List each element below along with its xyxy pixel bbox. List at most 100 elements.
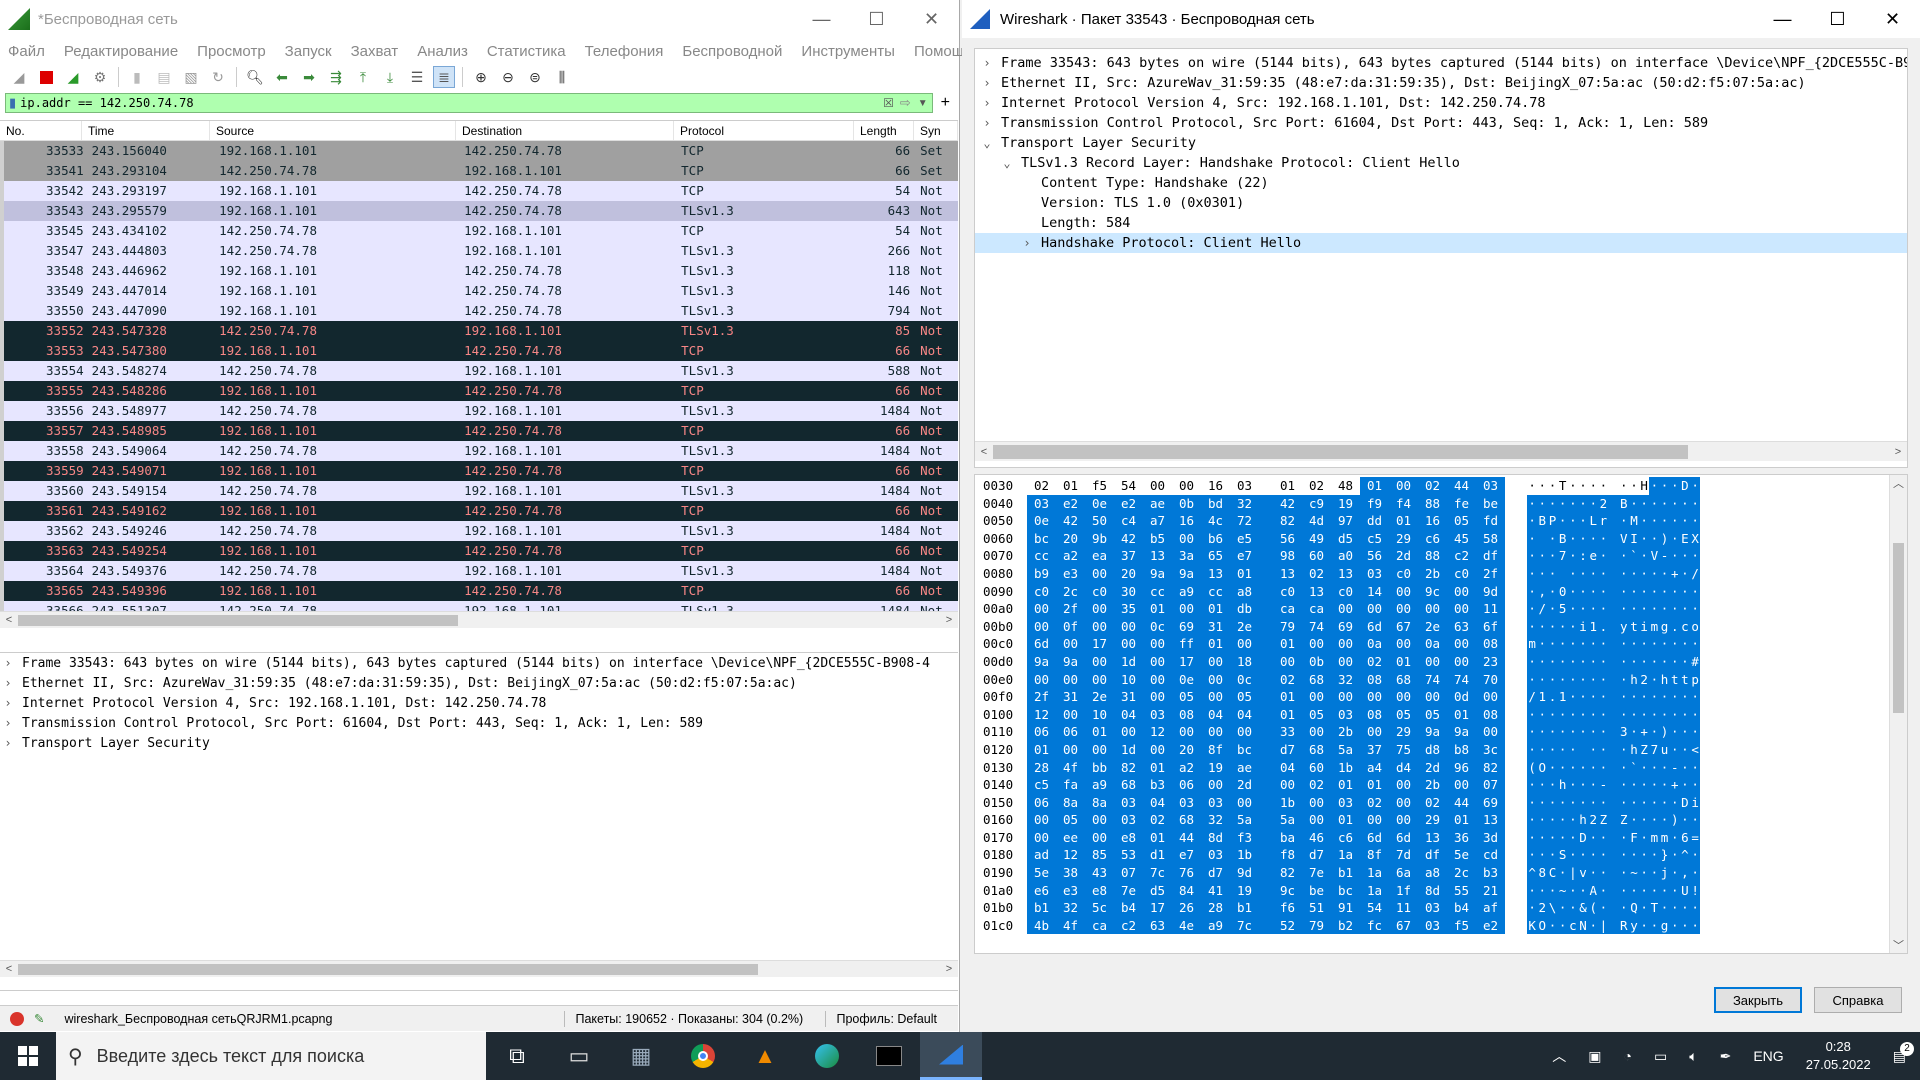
scroll-thumb[interactable] — [18, 963, 758, 975]
table-row[interactable]: 33541 243.293104 142.250.74.78 192.168.1.10… — [4, 161, 958, 181]
filter-history-icon[interactable]: ▼ — [914, 98, 932, 109]
comment-icon[interactable]: ✎ — [34, 1011, 44, 1026]
chevron-right-icon[interactable]: › — [0, 736, 16, 750]
chevron-right-icon[interactable]: › — [0, 656, 16, 670]
reload-icon[interactable]: ↻ — [207, 66, 229, 88]
hex-row[interactable]: 01c0 4b 4f ca c2 63 4e a9 7c 52 79 b2 fc 67 03 f5 e2 K O · ·… — [975, 916, 1907, 935]
hex-row[interactable]: 0120 01 00 00 1d 00 20 8f bc d7 68 5a 37 75 d8 b8 3c · · · ·… — [975, 740, 1907, 759]
scroll-left-icon[interactable]: < — [0, 614, 18, 626]
table-row[interactable]: 33545 243.434102 142.250.74.78 192.168.1.10… — [4, 221, 958, 241]
hex-row[interactable]: 00d0 9a 9a 00 1d 00 17 00 18 00 0b 00 02 01 00 00 23 · · · ·… — [975, 652, 1907, 671]
capture-status-icon[interactable] — [10, 1011, 24, 1026]
zoom-out-icon[interactable]: ⊖ — [497, 66, 519, 88]
tree-hscrollbar[interactable]: < > — [975, 441, 1907, 461]
table-row[interactable]: 33550 243.447090 192.168.1.101 142.250.74.7… — [4, 301, 958, 321]
detail-line[interactable]: › Internet Protocol Version 4, Src: 192.1… — [0, 693, 958, 713]
close-button[interactable]: ✕ — [904, 0, 959, 38]
hex-row[interactable]: 0080 b9 e3 00 20 9a 9a 13 01 13 02 13 03 c0 2b c0 2f · · · … — [975, 564, 1907, 583]
vlc-icon[interactable]: ▲ — [734, 1032, 796, 1080]
maximize-button[interactable]: ☐ — [849, 0, 904, 38]
hex-row[interactable]: 0140 c5 fa a9 68 b3 06 00 2d 00 02 01 01 00 2b 00 07 · · · h… — [975, 776, 1907, 794]
clear-filter-icon[interactable]: ☒ — [880, 96, 897, 110]
column-header-destination[interactable]: Destination — [456, 121, 674, 140]
hex-row[interactable]: 0190 5e 38 43 07 7c 76 d7 9d 82 7e b1 1a 6a a8 2c b3 ^ 8 C ·… — [975, 864, 1907, 882]
hex-vscrollbar[interactable]: ︿ ﹀ — [1889, 475, 1907, 953]
stop-capture-icon[interactable] — [35, 66, 57, 88]
shark-fin-icon[interactable]: ◢ — [8, 66, 30, 88]
table-row[interactable]: 33560 243.549154 142.250.74.78 192.168.1.10… — [4, 481, 958, 501]
status-profile[interactable]: Профиль: Default — [836, 1012, 937, 1026]
hex-row[interactable]: 0060 bc 20 9b 42 b5 00 b6 e5 56 49 d5 c5 29 c6 45 58 · · B… — [975, 529, 1907, 548]
chevron-down-icon[interactable]: ⌄ — [999, 156, 1015, 170]
zoom-reset-icon[interactable]: ⊜ — [524, 66, 546, 88]
chevron-right-icon[interactable]: › — [0, 716, 16, 730]
table-row[interactable]: 33549 243.447014 192.168.1.101 142.250.74.7… — [4, 281, 958, 301]
chevron-right-icon[interactable]: › — [979, 116, 995, 130]
hex-row[interactable]: 0040 03 e2 0e e2 ae 0b bd 32 42 c9 19 f9 f4 88 fe be · · · ·… — [975, 494, 1907, 513]
table-row[interactable]: 33559 243.549071 192.168.1.101 142.250.74.7… — [4, 461, 958, 481]
chevron-down-icon[interactable]: ⌄ — [979, 136, 995, 150]
file-explorer-icon[interactable]: ▭ — [548, 1032, 610, 1080]
help-button[interactable]: Справка — [1814, 987, 1902, 1013]
table-row[interactable]: 33555 243.548286 192.168.1.101 142.250.74.7… — [4, 381, 958, 401]
detail-line[interactable]: › Transmission Control Protocol, Src Port… — [0, 713, 958, 733]
edge-icon[interactable] — [796, 1032, 858, 1080]
table-row[interactable]: 33554 243.548274 142.250.74.78 192.168.1.10… — [4, 361, 958, 381]
wifi-icon[interactable]: ◔ — [1624, 1048, 1632, 1064]
menu-item-2[interactable]: Просмотр — [197, 43, 266, 60]
menu-item-5[interactable]: Анализ — [417, 43, 468, 60]
hex-row[interactable]: 0110 06 06 01 00 12 00 00 00 33 00 2b 00 29 9a 9a 00 · · · ·… — [975, 723, 1907, 741]
column-header-time[interactable]: Time — [82, 121, 210, 140]
tree-node[interactable]: › Transmission Control Protocol, Src Port… — [975, 113, 1907, 133]
column-header-source[interactable]: Source — [210, 121, 456, 140]
chevron-right-icon[interactable]: › — [979, 56, 995, 70]
notification-center-icon[interactable]: ▤ 2 — [1893, 1041, 1914, 1065]
table-row[interactable]: 33556 243.548977 142.250.74.78 192.168.1.10… — [4, 401, 958, 421]
volume-icon[interactable]: 🔈︎ — [1689, 1048, 1697, 1065]
tree-node[interactable]: Version: TLS 1.0 (0x0301) — [975, 193, 1907, 213]
column-header-length[interactable]: Length — [854, 121, 914, 140]
hex-row[interactable]: 0100 12 00 10 04 03 08 04 04 01 05 03 08 05 05 01 08 · · · ·… — [975, 705, 1907, 724]
autoscroll-icon[interactable]: ☰ — [406, 66, 428, 88]
table-row[interactable]: 33548 243.446962 192.168.1.101 142.250.74.7… — [4, 261, 958, 281]
tree-node[interactable]: › Handshake Protocol: Client Hello — [975, 233, 1907, 253]
tree-node[interactable]: Length: 584 — [975, 213, 1907, 233]
go-forward-icon[interactable]: ➡ — [298, 66, 320, 88]
hex-row[interactable]: 0180 ad 12 85 53 d1 e7 03 1b f8 d7 1a 8f 7d df 5e cd · · · S… — [975, 846, 1907, 865]
maximize-button[interactable]: ☐ — [1810, 0, 1865, 38]
hex-row[interactable]: 01b0 b1 32 5c b4 17 26 28 b1 f6 51 91 54 11 03 b4 af · 2 \ ·… — [975, 899, 1907, 917]
close-file-icon[interactable]: ▧ — [180, 66, 202, 88]
start-button[interactable] — [0, 1032, 56, 1080]
details-hscrollbar[interactable]: < > — [0, 960, 958, 977]
minimize-button[interactable]: — — [794, 0, 849, 38]
go-to-packet-icon[interactable]: ⇶ — [325, 66, 347, 88]
chevron-right-icon[interactable]: › — [0, 676, 16, 690]
table-row[interactable]: 33552 243.547328 142.250.74.78 192.168.1.10… — [4, 321, 958, 341]
hex-row[interactable]: 0030 02 01 f5 54 00 00 16 03 01 02 48 01 00 02 44 03 · · · T… — [975, 477, 1907, 495]
tree-node[interactable]: › Ethernet II, Src: AzureWav_31:59:35 (48… — [975, 73, 1907, 93]
scroll-thumb[interactable] — [1893, 543, 1904, 713]
scroll-thumb[interactable] — [993, 444, 1688, 459]
hex-row[interactable]: 00b0 00 0f 00 00 0c 69 31 2e 79 74 69 6d 67 2e 63 6f · · · ·… — [975, 617, 1907, 636]
zoom-in-icon[interactable]: ⊕ — [470, 66, 492, 88]
scroll-down-icon[interactable]: ﹀ — [1890, 937, 1907, 953]
table-row[interactable]: 33563 243.549254 192.168.1.101 142.250.74.7… — [4, 541, 958, 561]
close-dialog-button[interactable]: Закрыть — [1714, 987, 1802, 1013]
hex-row[interactable]: 0050 0e 42 50 c4 a7 16 4c 72 82 4d 97 dd 01 16 05 fd · B P ·… — [975, 512, 1907, 530]
open-file-icon[interactable]: ▮ — [126, 66, 148, 88]
scroll-left-icon[interactable]: < — [0, 963, 18, 975]
tree-node[interactable]: ⌄ Transport Layer Security — [975, 133, 1907, 153]
detail-line[interactable]: › Frame 33543: 643 bytes on wire (5144 bi… — [0, 653, 958, 673]
menu-item-1[interactable]: Редактирование — [64, 43, 178, 60]
hex-row[interactable]: 0130 28 4f bb 82 01 a2 19 ae 04 60 1b a4 d4 2d 96 82(O · ·… — [975, 758, 1907, 777]
close-button[interactable]: ✕ — [1865, 0, 1920, 38]
find-packet-icon[interactable]: 🔍︎ — [244, 66, 266, 88]
column-header-no[interactable]: No. — [0, 121, 82, 140]
pen-icon[interactable]: ✒ — [1720, 1048, 1732, 1065]
menu-item-9[interactable]: Инструменты — [801, 43, 895, 60]
resize-columns-icon[interactable]: ⫼ — [551, 66, 573, 88]
tree-node[interactable]: › Internet Protocol Version 4, Src: 192.1… — [975, 93, 1907, 113]
apply-filter-icon[interactable]: ⇨ — [897, 95, 914, 111]
hex-row[interactable]: 0070 cc a2 ea 37 13 3a 65 e7 98 60 a0 56 2d 88 c2 df · · · 7… — [975, 547, 1907, 565]
table-row[interactable]: 33564 243.549376 142.250.74.78 192.168.1.10… — [4, 561, 958, 581]
